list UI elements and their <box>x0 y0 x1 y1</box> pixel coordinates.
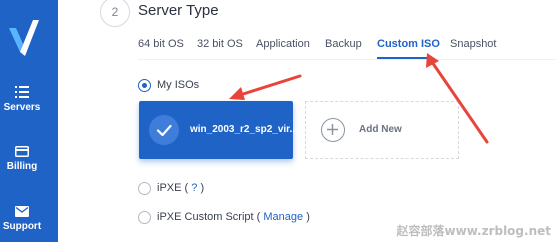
sidebar-item-support[interactable]: Support <box>0 206 44 232</box>
ipxe-text: iPXE ( <box>157 182 189 194</box>
sidebar-item-label: Support <box>2 221 42 232</box>
tab-64-bit-os[interactable]: 64 bit OS <box>138 38 184 50</box>
manage-link[interactable]: Manage <box>263 211 303 223</box>
ipxe-label: iPXE ( ? ) <box>157 182 204 194</box>
tab-32-bit-os[interactable]: 32 bit OS <box>197 38 243 50</box>
sidebar-item-label: Billing <box>6 161 38 172</box>
my-isos-label: My ISOs <box>157 79 200 91</box>
sidebar-item-label: Servers <box>3 102 41 113</box>
sidebar: Servers Billing Support <box>0 0 58 242</box>
active-tab-indicator <box>377 57 433 59</box>
sidebar-item-servers[interactable]: Servers <box>0 86 44 113</box>
main-content: 2 Server Type 64 bit OS 32 bit OS Applic… <box>58 0 555 242</box>
iso-name: win_2003_r2_sp2_vir... <box>190 124 298 135</box>
ipxe-custom-suffix: ) <box>306 211 310 223</box>
plus-icon <box>321 118 345 142</box>
add-new-label: Add New <box>359 124 402 135</box>
ipxe-radio[interactable] <box>138 182 151 195</box>
my-isos-radio[interactable] <box>138 79 151 92</box>
vultr-logo-icon[interactable] <box>7 18 41 58</box>
iso-card-selected[interactable]: win_2003_r2_sp2_vir... <box>139 101 298 159</box>
sidebar-item-billing[interactable]: Billing <box>0 146 44 172</box>
ipxe-help-link[interactable]: ? <box>191 182 197 194</box>
list-icon <box>15 86 29 98</box>
add-new-iso-card[interactable]: Add New <box>305 101 459 159</box>
check-icon <box>149 115 179 145</box>
tab-snapshot[interactable]: Snapshot <box>450 38 496 50</box>
envelope-icon <box>15 206 29 217</box>
tab-application[interactable]: Application <box>256 38 310 50</box>
ipxe-suffix: ) <box>200 182 205 194</box>
watermark: 赵容部落www.zrblog.net <box>396 224 551 238</box>
tab-custom-iso[interactable]: Custom ISO <box>377 38 440 50</box>
step-number: 2 <box>100 0 130 27</box>
ipxe-custom-script-radio[interactable] <box>138 211 151 224</box>
tab-backup[interactable]: Backup <box>325 38 362 50</box>
section-title: Server Type <box>138 2 219 19</box>
ipxe-custom-script-label: iPXE Custom Script ( Manage ) <box>157 211 310 223</box>
ipxe-custom-text: iPXE Custom Script ( <box>157 211 261 223</box>
credit-card-icon <box>15 146 29 157</box>
tab-divider <box>138 59 555 60</box>
